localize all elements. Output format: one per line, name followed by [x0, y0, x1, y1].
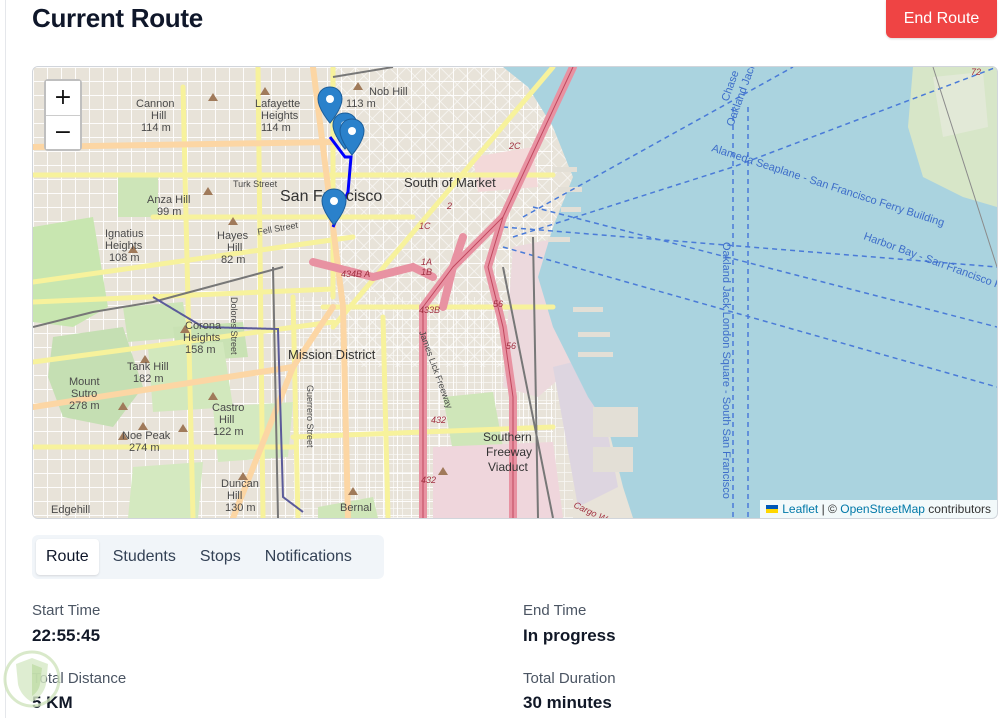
- map-label: Mission District: [288, 347, 376, 362]
- map-label: Turk Street: [233, 179, 278, 189]
- map-label: 1A: [421, 257, 432, 267]
- map-label: 56: [506, 341, 516, 351]
- map-label: Bernal: [340, 502, 372, 514]
- tab-stops[interactable]: Stops: [190, 539, 251, 575]
- map-label: 122 m: [213, 426, 244, 438]
- map-label: 130 m: [225, 502, 256, 514]
- map-label: 114 m: [141, 122, 171, 134]
- attribution-separator: | ©: [821, 502, 837, 516]
- route-tabs: Route Students Stops Notifications: [32, 535, 384, 579]
- tab-notifications[interactable]: Notifications: [255, 539, 362, 575]
- map-label: 433B: [419, 305, 440, 315]
- map-label: 99 m: [157, 206, 181, 218]
- attribution-suffix: contributors: [928, 502, 991, 516]
- map-label: 82 m: [221, 254, 245, 266]
- map-label: Hayes: [217, 230, 249, 242]
- end-time-label: End Time: [523, 602, 587, 619]
- map-label: 2: [446, 201, 452, 211]
- map-label: Edgehill: [51, 504, 90, 516]
- map-label: Noe Peak: [122, 430, 171, 442]
- start-time-label: Start Time: [32, 602, 101, 619]
- map-label: Guerrero Street: [305, 385, 315, 448]
- map-label: 113 m: [346, 98, 376, 110]
- map-label: 108 m: [109, 252, 140, 264]
- map-label: Hill: [227, 242, 242, 254]
- map-label: Duncan: [221, 478, 259, 490]
- tab-students[interactable]: Students: [103, 539, 186, 575]
- map-label: Heights: [261, 110, 299, 122]
- end-route-button[interactable]: End Route: [886, 0, 997, 38]
- map-label: Viaduct: [488, 460, 528, 474]
- map-label: Ignatius: [105, 228, 144, 240]
- page-border: [5, 0, 6, 718]
- total-duration-value: 30 minutes: [523, 693, 612, 712]
- route-map[interactable]: Cannon Hill 114 m Lafayette Heights 114 …: [32, 66, 998, 519]
- map-label: 434B A: [341, 269, 370, 279]
- openstreetmap-link[interactable]: OpenStreetMap: [840, 502, 925, 516]
- map-label: 114 m: [261, 122, 291, 134]
- map-label: Corona: [185, 320, 222, 332]
- map-label: Oakland Jack London Square - South San F…: [720, 242, 732, 499]
- map-label: South of Market: [404, 175, 496, 190]
- map-attribution: Leaflet | © OpenStreetMap contributors: [760, 500, 997, 518]
- map-label: Heights: [105, 240, 143, 252]
- map-label: 158 m: [185, 344, 216, 356]
- map-label: Southern: [483, 430, 532, 444]
- map-label: 432: [421, 475, 436, 485]
- leaflet-link[interactable]: Leaflet: [782, 502, 818, 516]
- map-label: Nob Hill: [369, 86, 408, 98]
- map-label: Lafayette: [255, 98, 300, 110]
- map-label: 274 m: [129, 442, 160, 454]
- map-label: Anza Hill: [147, 194, 190, 206]
- map-label: Sutro: [71, 388, 97, 400]
- zoom-out-button[interactable]: −: [46, 115, 80, 149]
- map-label: 56: [493, 299, 503, 309]
- map-label: Hill: [227, 490, 242, 502]
- page-title: Current Route: [32, 3, 203, 33]
- ukraine-flag-icon: [766, 505, 779, 513]
- total-duration-label: Total Duration: [523, 670, 616, 687]
- map-label: Heights: [183, 332, 221, 344]
- end-time-value: In progress: [523, 626, 616, 645]
- zoom-in-button[interactable]: +: [46, 81, 80, 115]
- map-label: 1B: [421, 267, 432, 277]
- map-label: Mount: [69, 376, 100, 388]
- map-label: Tank Hill: [127, 361, 169, 373]
- map-label: Dolores Street: [229, 297, 239, 355]
- zoom-control: + −: [44, 79, 82, 151]
- map-label: Castro: [212, 402, 244, 414]
- start-time-value: 22:55:45: [32, 626, 101, 645]
- map-label: 278 m: [69, 400, 100, 412]
- map-label: Cannon: [136, 98, 175, 110]
- map-label: 72: [971, 67, 981, 77]
- tab-route[interactable]: Route: [36, 539, 99, 575]
- watermark-logo-icon: [3, 650, 61, 708]
- map-label: 2C: [508, 141, 521, 151]
- map-label: Hill: [219, 414, 234, 426]
- map-label: Hill: [151, 110, 166, 122]
- map-label: 432: [431, 415, 446, 425]
- map-label: 182 m: [133, 373, 164, 385]
- map-label: 1C: [419, 221, 431, 231]
- map-label: Freeway: [486, 445, 532, 459]
- map-tiles[interactable]: Cannon Hill 114 m Lafayette Heights 114 …: [33, 67, 997, 518]
